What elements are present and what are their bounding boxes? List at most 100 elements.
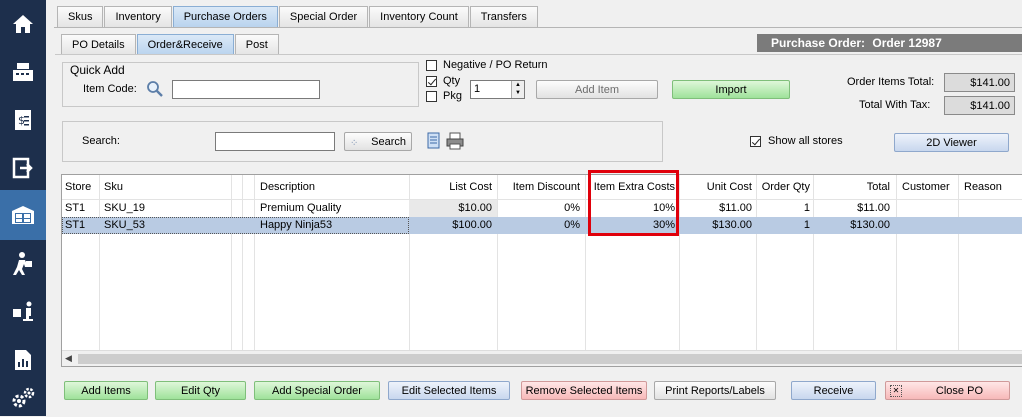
col-header-description[interactable]: Description (257, 179, 407, 196)
col-header-list-cost[interactable]: List Cost (410, 179, 495, 196)
qty-down-icon[interactable]: ▼ (511, 89, 524, 98)
subtab-post[interactable]: Post (234, 34, 279, 55)
add-items-button[interactable]: Add Items (64, 381, 148, 400)
table-row[interactable]: ST1 SKU_53 Happy Ninja53 $100.00 0% 30% … (62, 217, 1022, 234)
total-with-tax-label: Total With Tax: (859, 99, 931, 111)
nav-customers[interactable] (0, 240, 46, 288)
spinner-icon: ⁘ (350, 138, 359, 149)
table-row[interactable]: ST1 SKU_19 Premium Quality $10.00 0% 10%… (62, 200, 1022, 217)
item-code-label: Item Code: (83, 83, 137, 95)
qty-label: Qty (443, 75, 461, 87)
col-header-customer[interactable]: Customer (899, 179, 957, 196)
cell-store: ST1 (65, 202, 86, 214)
extra-costs-highlight-box (588, 170, 679, 236)
po-header-order: Order 12987 (872, 36, 942, 50)
item-code-input[interactable] (172, 80, 320, 99)
po-header-label: Purchase Order: (771, 36, 866, 50)
tab-skus[interactable]: Skus (57, 6, 104, 27)
col-header-sku[interactable]: Sku (101, 179, 231, 196)
nav-sign-out[interactable] (0, 144, 46, 192)
remove-selected-items-button[interactable]: Remove Selected Items (521, 381, 647, 400)
import-button[interactable]: Import (672, 80, 790, 99)
report-icon (15, 350, 31, 370)
search-button[interactable]: ⁘ Search (344, 132, 412, 151)
po-items-grid: Store Sku Description List Cost Item Dis… (61, 170, 1022, 367)
cell-list-cost: $100.00 (452, 219, 492, 231)
subtab-order-receive[interactable]: Order&Receive (136, 34, 234, 55)
nav-inventory[interactable] (0, 190, 46, 240)
scrollbar-thumb[interactable] (78, 354, 1022, 364)
order-items-total-label: Order Items Total: (847, 76, 935, 88)
negative-checkbox[interactable] (426, 60, 437, 71)
search-input[interactable] (215, 132, 335, 151)
cell-description: Premium Quality (260, 202, 342, 214)
magnifier-icon[interactable] (146, 80, 164, 98)
add-special-order-button[interactable]: Add Special Order (254, 381, 380, 400)
cell-unit-cost: $130.00 (712, 219, 752, 231)
col-header-store[interactable]: Store (62, 179, 99, 196)
tab-inventory-count[interactable]: Inventory Count (369, 6, 469, 27)
cell-order-qty: 1 (803, 219, 810, 231)
show-all-stores-checkbox[interactable] (750, 136, 761, 147)
nav-reports[interactable] (0, 336, 46, 384)
edit-qty-button[interactable]: Edit Qty (155, 381, 246, 400)
add-item-button[interactable]: Add Item (536, 80, 658, 99)
col-header-item-discount[interactable]: Item Discount (498, 179, 583, 196)
col-header-unit-cost[interactable]: Unit Cost (680, 179, 755, 196)
hand-truck-icon (13, 301, 33, 321)
tab-inventory[interactable]: Inventory (104, 6, 172, 27)
show-all-stores-label: Show all stores (768, 135, 843, 147)
sub-tab-bar: PO Details Order&Receive Post (61, 34, 280, 55)
cash-register-icon (13, 63, 33, 81)
left-navigation: $ (0, 0, 46, 416)
total-with-tax-value: $141.00 (944, 96, 1015, 115)
cell-total: $130.00 (850, 219, 890, 231)
col-header-total[interactable]: Total (814, 179, 893, 196)
document-icon[interactable] (426, 132, 442, 150)
nav-pos[interactable] (0, 48, 46, 96)
order-items-total-value: $141.00 (944, 73, 1015, 92)
qty-checkbox[interactable] (426, 76, 437, 87)
tab-special-order[interactable]: Special Order (278, 6, 369, 27)
cell-sku: SKU_19 (104, 202, 145, 214)
pkg-checkbox[interactable] (426, 91, 437, 102)
2d-viewer-button[interactable]: 2D Viewer (894, 133, 1009, 152)
pkg-label: Pkg (443, 90, 462, 102)
cell-description: Happy Ninja53 (260, 219, 333, 231)
cell-unit-cost: $11.00 (719, 202, 752, 214)
nav-receipts[interactable]: $ (0, 96, 46, 144)
print-reports-labels-button[interactable]: Print Reports/Labels (654, 381, 776, 400)
cell-store: ST1 (65, 219, 86, 231)
cell-sku: SKU_53 (104, 219, 145, 231)
settings-gears-icon (12, 387, 35, 408)
close-po-button[interactable]: ✕ Close PO (885, 381, 1010, 400)
tab-divider (54, 27, 1022, 28)
col-header-order-qty[interactable]: Order Qty (757, 179, 813, 196)
tab-transfers[interactable]: Transfers (469, 6, 538, 27)
printer-icon[interactable] (446, 132, 464, 150)
cell-item-discount: 0% (564, 202, 580, 214)
nav-shipping[interactable] (0, 288, 46, 336)
cell-total: $11.00 (857, 202, 890, 214)
search-button-label: Search (371, 136, 406, 148)
receipt-icon: $ (15, 110, 31, 130)
subtab-po-details[interactable]: PO Details (61, 34, 136, 55)
close-icon: ✕ (890, 385, 902, 397)
horizontal-scrollbar[interactable]: ◀ (62, 350, 1022, 366)
nav-home[interactable] (0, 0, 46, 48)
negative-label: Negative / PO Return (443, 59, 548, 71)
col-header-reason[interactable]: Reason (961, 179, 1021, 196)
svg-text:$: $ (18, 114, 25, 127)
search-label: Search: (82, 135, 120, 147)
scroll-left-icon[interactable]: ◀ (65, 353, 72, 364)
home-icon (13, 15, 33, 33)
nav-settings[interactable] (0, 380, 46, 416)
sign-out-icon (12, 157, 33, 179)
cell-list-cost: $10.00 (458, 202, 492, 214)
qty-stepper[interactable]: 1 ▲ ▼ (470, 80, 525, 99)
edit-selected-items-button[interactable]: Edit Selected Items (388, 381, 510, 400)
tab-purchase-orders[interactable]: Purchase Orders (172, 6, 278, 27)
receive-button[interactable]: Receive (791, 381, 876, 400)
delivery-person-icon (13, 252, 32, 275)
cell-item-discount: 0% (564, 219, 580, 231)
